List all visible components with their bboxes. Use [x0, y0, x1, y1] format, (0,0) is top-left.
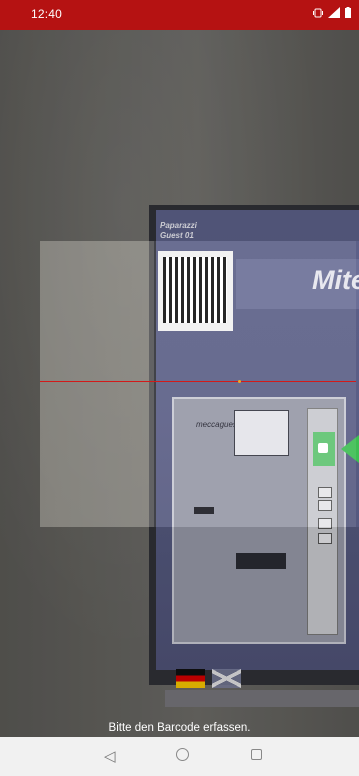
status-icons — [313, 7, 351, 21]
home-icon[interactable] — [176, 748, 189, 761]
status-time: 12:40 — [31, 7, 63, 21]
scan-mask-left — [0, 241, 40, 527]
scan-window-highlight — [40, 241, 154, 527]
scan-laser-line — [40, 381, 356, 382]
battery-icon — [345, 7, 351, 21]
vibrate-icon — [313, 8, 323, 21]
status-bar: 12:40 — [0, 0, 359, 30]
back-icon[interactable]: ◁ — [104, 747, 116, 765]
recent-apps-icon[interactable] — [251, 749, 262, 760]
scan-mask-top — [0, 30, 359, 241]
scan-mask-bottom — [0, 527, 359, 737]
signal-icon — [328, 7, 340, 21]
focus-point — [238, 380, 241, 383]
scan-hint: Bitte den Barcode erfassen. — [108, 722, 251, 734]
